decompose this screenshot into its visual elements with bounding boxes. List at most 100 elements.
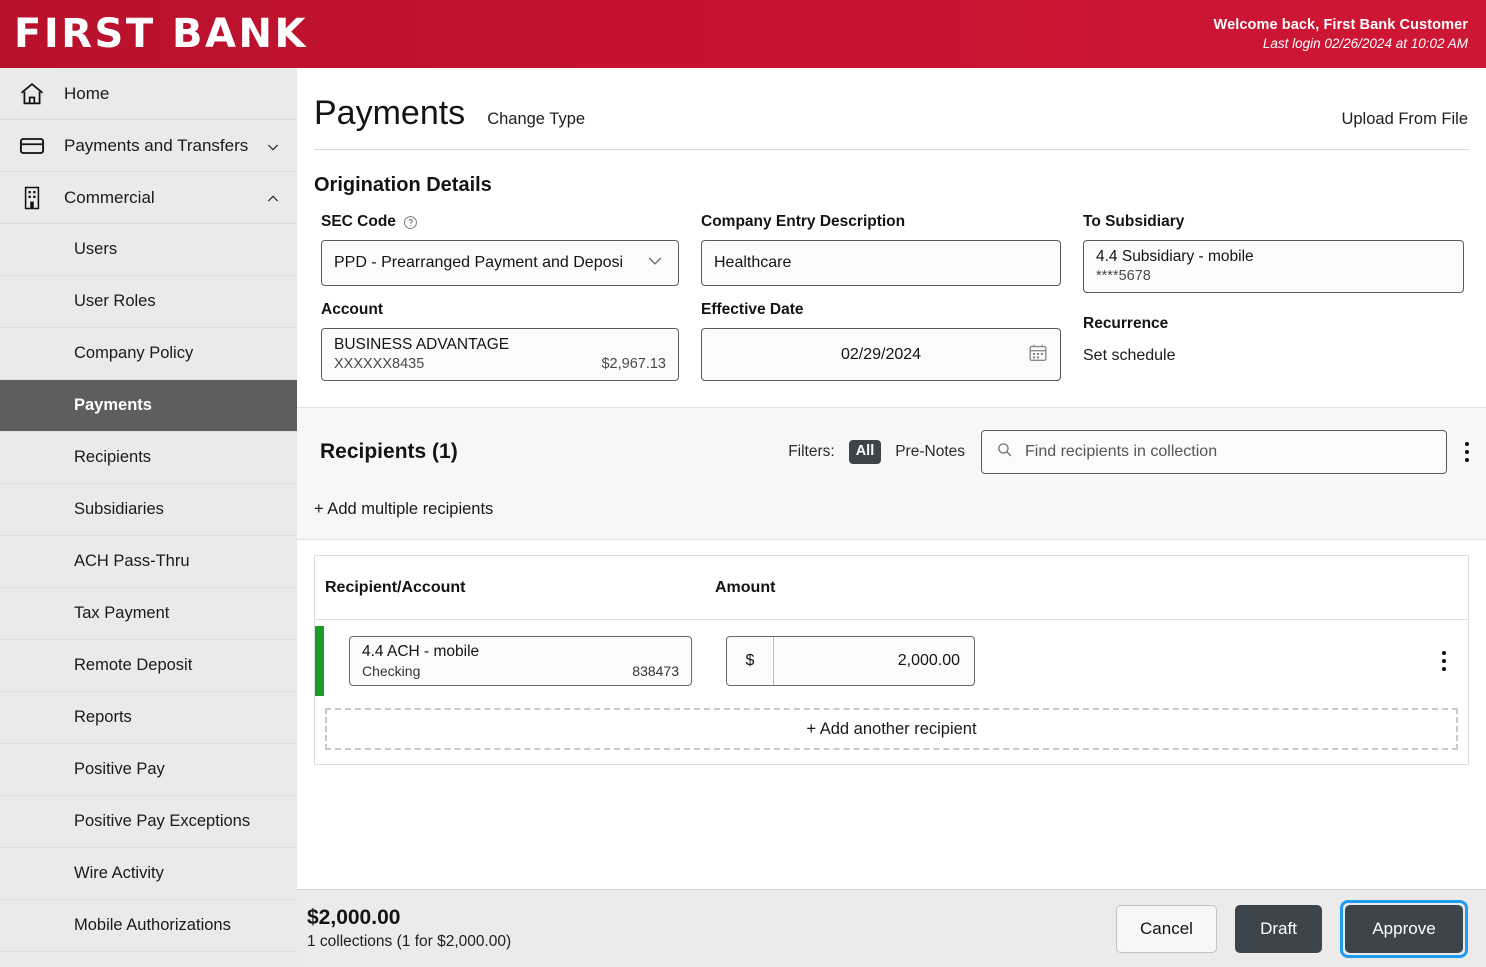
sidebar-item-user-roles[interactable]: User Roles [0,276,297,328]
recurrence-field: Recurrence Set schedule [1083,315,1486,365]
filter-pre-notes-chip[interactable]: Pre-Notes [895,443,965,461]
chevron-up-icon[interactable] [265,191,279,205]
account-label-text: Account [321,301,383,318]
action-bar: $2,000.00 1 collections (1 for $2,000.00… [297,889,1486,967]
currency-symbol: $ [727,637,774,685]
account-select[interactable]: BUSINESS ADVANTAGE XXXXXX8435 $2,967.13 [321,328,679,381]
sidebar-item-tax-payment[interactable]: Tax Payment [0,588,297,640]
sidebar-nav: Home Payments and Transfers Commercial U… [0,68,297,967]
sidebar-item-label: Company Policy [74,344,194,362]
recipient-account-details: Checking 838473 [362,662,679,680]
set-schedule-link[interactable]: Set schedule [1083,347,1464,365]
effective-date-input[interactable]: 02/29/2024 [701,328,1061,381]
column-header-recipient-account: Recipient/Account [325,578,466,596]
sidebar-item-home[interactable]: Home [0,68,297,120]
question-circle-icon[interactable] [403,215,418,230]
add-another-recipient-button[interactable]: + Add another recipient [325,708,1458,750]
sidebar-item-label: Tax Payment [74,604,170,622]
recipient-account-number: 838473 [632,662,679,679]
sidebar-item-label: Recipients [74,448,152,466]
search-input[interactable]: Find recipients in collection [1025,443,1217,461]
app-header: FIRST BANK Welcome back, First Bank Cust… [0,0,1486,68]
sidebar-item-subsidiaries[interactable]: Subsidiaries [0,484,297,536]
to-subsidiary-name: 4.4 Subsidiary - mobile [1096,247,1254,265]
company-entry-description-input[interactable]: Healthcare [701,240,1061,286]
filter-all-chip[interactable]: All [848,440,882,464]
sidebar-item-payments[interactable]: Payments [0,380,297,432]
company-entry-description-field: Company Entry Description Healthcare [701,213,1083,286]
sidebar-item-positive-pay[interactable]: Positive Pay [0,744,297,796]
recipient-account-type: Checking [362,662,421,679]
sidebar-item-wire-activity[interactable]: Wire Activity [0,848,297,900]
sidebar-item-mobile-authorizations[interactable]: Mobile Authorizations [0,900,297,952]
recipients-search[interactable]: Find recipients in collection [981,430,1447,474]
upload-from-file-link[interactable]: Upload From File [1341,110,1468,129]
page-header: Payments Change Type Upload From File [297,68,1486,133]
action-buttons: Cancel Draft Approve [1116,899,1468,958]
sidebar-item-reports[interactable]: Reports [0,692,297,744]
sidebar-item-users[interactable]: Users [0,224,297,276]
amount-input[interactable]: 2,000.00 [774,652,974,670]
sec-code-select[interactable]: PPD - Prearranged Payment and Deposi [321,240,679,286]
to-subsidiary-label-text: To Subsidiary [1083,213,1185,230]
effective-date-label: Effective Date [701,301,1061,319]
sidebar-item-label: Mobile Authorizations [74,916,231,934]
row-menu-icon[interactable] [1442,651,1446,671]
sec-code-label-text: SEC Code [321,213,396,230]
welcome-message: Welcome back, First Bank Customer [1213,17,1468,33]
approve-button-focus-ring: Approve [1340,899,1468,958]
chevron-down-icon[interactable] [265,139,279,153]
company-entry-description-label-text: Company Entry Description [701,213,906,230]
filters-label: Filters: [788,443,835,460]
sidebar-item-label: Home [64,83,110,103]
building-icon [0,184,64,212]
sidebar-item-positive-pay-exceptions[interactable]: Positive Pay Exceptions [0,796,297,848]
recipients-menu-icon[interactable] [1465,442,1469,462]
draft-button[interactable]: Draft [1235,904,1322,953]
change-type-link[interactable]: Change Type [487,110,585,129]
recipients-table: Recipient/Account Amount 4.4 ACH - mobil… [314,555,1469,765]
to-subsidiary-masked-text: ****5678 [1096,268,1151,285]
welcome-block: Welcome back, First Bank Customer Last l… [1214,17,1486,51]
origination-form: SEC Code PPD - Prearranged Payment and D… [297,197,1486,381]
company-entry-description-value: Healthcare [714,254,792,271]
account-label: Account [321,301,679,319]
sidebar-item-label: Subsidiaries [74,500,164,518]
sidebar-item-label: Remote Deposit [74,656,193,674]
collections-summary: 1 collections (1 for $2,000.00) [307,933,512,950]
sidebar-item-remote-deposit[interactable]: Remote Deposit [0,640,297,692]
company-entry-description-label: Company Entry Description [701,213,1061,231]
cancel-button[interactable]: Cancel [1116,904,1217,953]
to-subsidiary-field: To Subsidiary 4.4 Subsidiary - mobile **… [1083,213,1486,293]
effective-date-label-text: Effective Date [701,301,804,318]
sec-code-field: SEC Code PPD - Prearranged Payment and D… [321,213,701,286]
sidebar-item-label: Wire Activity [74,864,164,882]
sidebar-item-company-policy[interactable]: Company Policy [0,328,297,380]
add-multiple-recipients-link[interactable]: + Add multiple recipients [297,474,1486,519]
sidebar-item-label: User Roles [74,292,156,310]
recipient-name: 4.4 ACH - mobile [362,643,480,661]
chevron-down-icon[interactable] [645,251,665,276]
recurrence-label: Recurrence [1083,315,1169,332]
sec-code-value: PPD - Prearranged Payment and Deposi [334,254,624,271]
sidebar-item-ach-pass-thru[interactable]: ACH Pass-Thru [0,536,297,588]
sidebar-item-commercial[interactable]: Commercial [0,172,297,224]
sidebar-item-payments-and-transfers[interactable]: Payments and Transfers [0,120,297,172]
approve-button[interactable]: Approve [1345,904,1463,953]
main-content: Payments Change Type Upload From File Or… [297,68,1486,967]
account-field: Account BUSINESS ADVANTAGE XXXXXX8435 $2… [321,301,701,381]
totals-block: $2,000.00 1 collections (1 for $2,000.00… [307,906,511,951]
account-name: BUSINESS ADVANTAGE [334,335,510,353]
to-subsidiary-select[interactable]: 4.4 Subsidiary - mobile ****5678 [1083,240,1464,293]
card-icon [0,132,64,160]
calendar-icon[interactable] [1027,341,1049,368]
form-column-right: To Subsidiary 4.4 Subsidiary - mobile **… [1083,213,1486,381]
amount-input-group[interactable]: $ 2,000.00 [726,636,975,686]
to-subsidiary-label: To Subsidiary [1083,213,1464,231]
sec-code-label: SEC Code [321,213,679,231]
sidebar-item-label: Reports [74,708,132,726]
effective-date-value: 02/29/2024 [840,345,922,363]
recipient-account-select[interactable]: 4.4 ACH - mobile Checking 838473 [349,636,692,686]
sidebar-item-recipients[interactable]: Recipients [0,432,297,484]
table-row: 4.4 ACH - mobile Checking 838473 $ 2,000… [315,620,1468,702]
